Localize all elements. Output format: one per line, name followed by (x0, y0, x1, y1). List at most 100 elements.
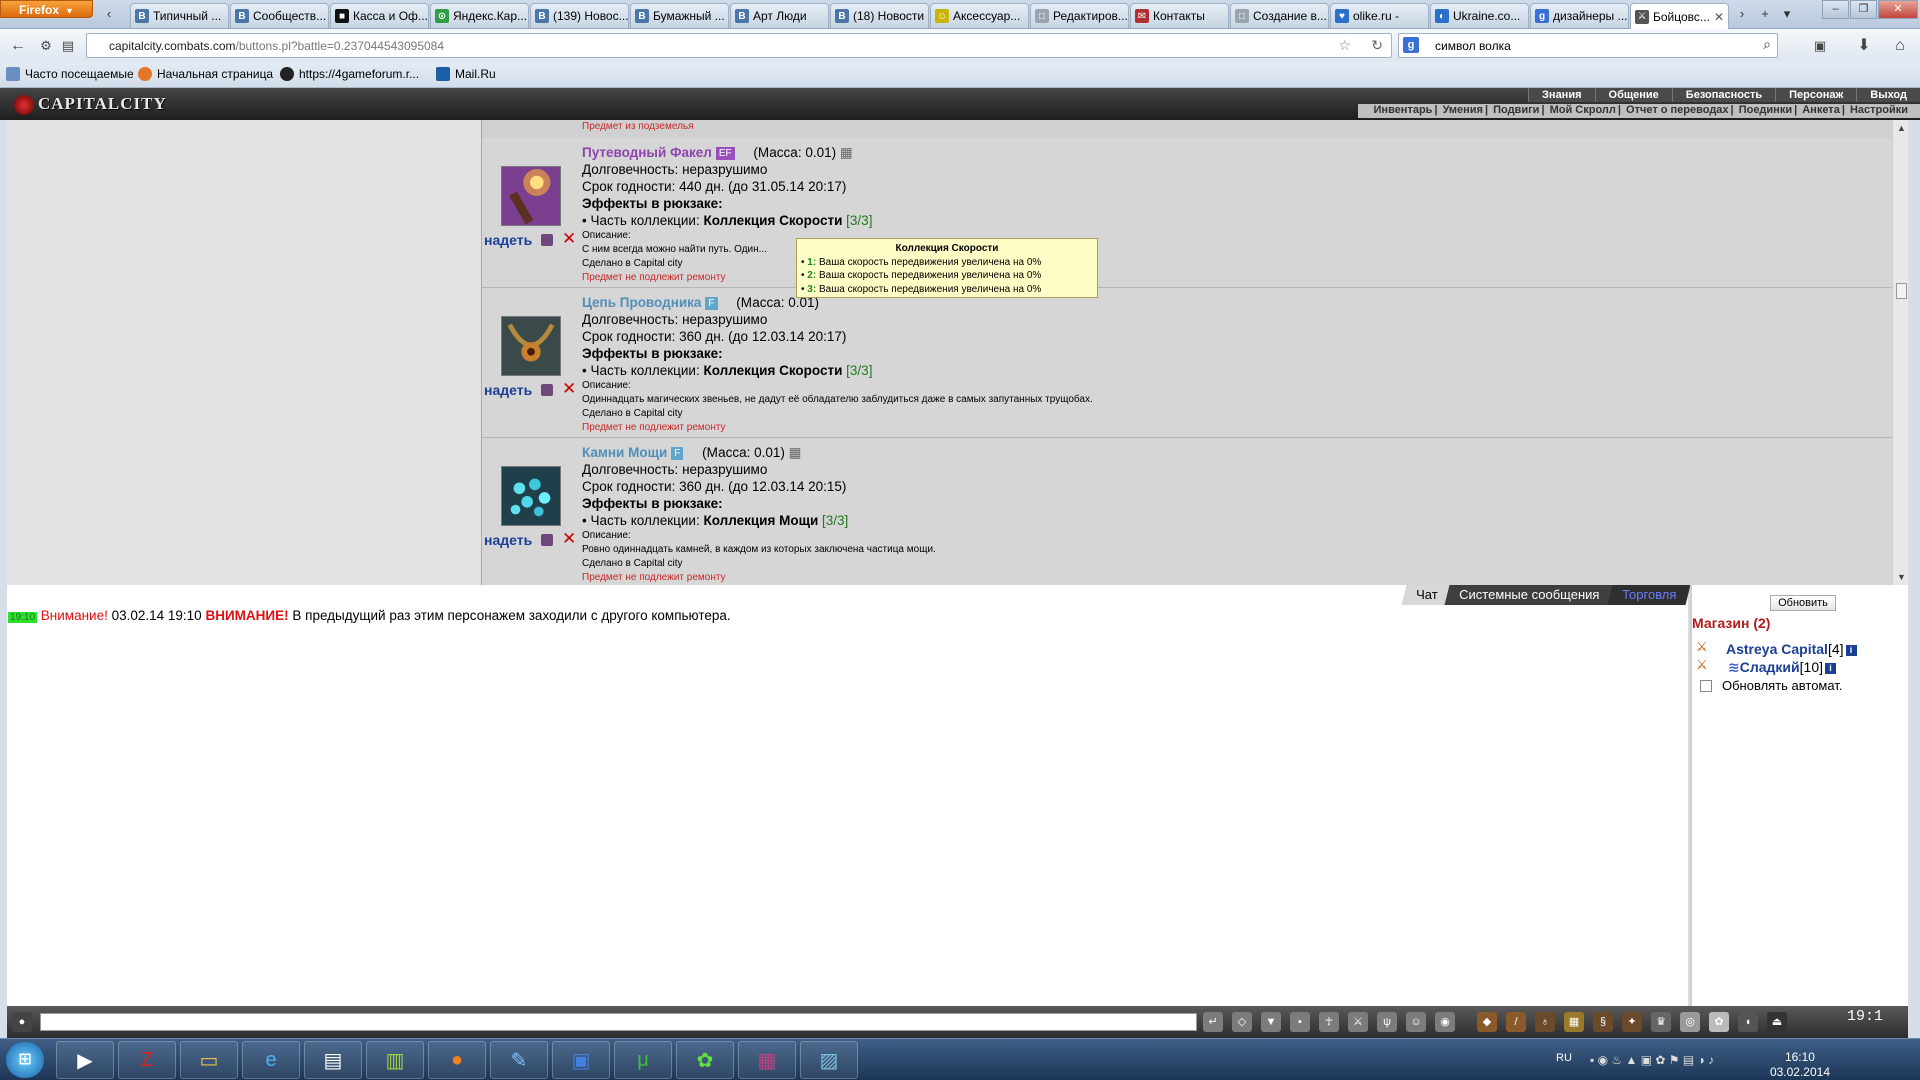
browser-tab[interactable]: ⊙ Яндекс.Кар... (430, 3, 529, 28)
delete-icon[interactable]: ✕ (562, 529, 576, 549)
inspect-icon[interactable] (541, 234, 553, 246)
info-icon[interactable]: i (1845, 645, 1857, 656)
minimize-icon[interactable]: – (1822, 0, 1849, 19)
filezilla-icon[interactable]: Z (118, 1041, 176, 1079)
chat-mode-icon[interactable]: ● (12, 1012, 32, 1032)
image-viewer-icon[interactable]: ▨ (800, 1041, 858, 1079)
inspect-icon[interactable] (541, 534, 553, 546)
url-bar[interactable]: capitalcity.combats.com/buttons.pl?battl… (86, 33, 1392, 58)
floppy-app-icon[interactable]: ▣ (552, 1041, 610, 1079)
browser-tab[interactable]: □ Редактиров... (1030, 3, 1129, 28)
bookmark-mailru[interactable]: Mail.Ru (436, 67, 496, 81)
search-bar[interactable]: g символ волка ⌕ (1398, 33, 1778, 58)
tools-icon[interactable]: ⚙ (34, 34, 58, 58)
browser-tab[interactable]: ♥ olike.ru - (1330, 3, 1429, 28)
refresh-button[interactable]: Обновить (1770, 595, 1836, 611)
scroll-down-icon[interactable]: ▼ (1897, 572, 1906, 582)
submenu-transfer-report[interactable]: Отчет о переводах (1626, 104, 1729, 116)
browser-tab[interactable]: ✉ Контакты (1130, 3, 1229, 28)
internet-explorer-icon[interactable]: e (242, 1041, 300, 1079)
item-name[interactable]: Камни Мощи (582, 445, 667, 460)
cat-icon[interactable]: ◎ (1680, 1012, 1700, 1032)
browser-tab[interactable]: □ Создание в... (1230, 3, 1329, 28)
filter-icon[interactable]: ▼ (1261, 1012, 1281, 1032)
browser-tab[interactable]: В Типичный ... (130, 3, 229, 28)
chest-icon[interactable]: ▦ (1564, 1012, 1584, 1032)
feather-app-icon[interactable]: ✎ (490, 1041, 548, 1079)
bookmark-home-page[interactable]: Начальная страница (138, 67, 273, 81)
close-tab-icon[interactable]: ✕ (1714, 10, 1724, 24)
browser-tab[interactable]: В (139) Новос... (530, 3, 629, 28)
explorer-icon[interactable]: ▭ (180, 1041, 238, 1079)
submenu-battles[interactable]: Поединки (1739, 104, 1792, 116)
delete-icon[interactable]: ✕ (562, 379, 576, 399)
scroll-up-icon[interactable]: ▲ (1897, 123, 1906, 133)
item-name[interactable]: Цепь Проводника (582, 295, 701, 310)
menu-exit[interactable]: Выход (1856, 88, 1920, 102)
combat-icon[interactable]: ⚔ (1348, 1012, 1368, 1032)
close-window-icon[interactable]: ✕ (1878, 0, 1918, 19)
menu-communication[interactable]: Общение (1594, 88, 1672, 102)
bag-icon[interactable]: ◆ (1477, 1012, 1497, 1032)
browser-tab[interactable]: ☺ Аксессуар... (930, 3, 1029, 28)
eraser-icon[interactable]: ◇ (1232, 1012, 1252, 1032)
shop-entry[interactable]: Astreya Capital[4] i (1726, 641, 1857, 657)
submenu-profile[interactable]: Анкета (1802, 104, 1840, 116)
bunny-icon[interactable]: ✿ (1709, 1012, 1729, 1032)
chart-app-icon[interactable]: ▥ (366, 1041, 424, 1079)
tab-system-messages[interactable]: Системные сообщения (1444, 585, 1615, 605)
new-tab-icon[interactable]: + (1756, 4, 1774, 24)
winrar-icon[interactable]: ▦ (738, 1041, 796, 1079)
browser-tab[interactable]: ■ Касса и Оф... (330, 3, 429, 28)
submenu-inventory[interactable]: Инвентарь (1374, 104, 1433, 116)
browser-tab[interactable]: ◐ Ukraine.co... (1430, 3, 1529, 28)
search-icon[interactable]: ⌕ (1763, 36, 1771, 53)
bookmark-most-visited[interactable]: Часто посещаемые (6, 67, 134, 81)
exit-icon[interactable]: ⏏ (1767, 1012, 1787, 1032)
media-player-icon[interactable]: ▶ (56, 1041, 114, 1079)
google-icon[interactable]: g (1403, 37, 1419, 53)
menu-knowledge[interactable]: Знания (1528, 88, 1594, 102)
wear-button[interactable]: надеть (484, 532, 532, 548)
wear-button[interactable]: надеть (484, 232, 532, 248)
bookmark-4gameforum[interactable]: https://4gameforum.r... (280, 67, 419, 81)
firefox-icon[interactable]: ● (428, 1041, 486, 1079)
collection-name[interactable]: Коллекция Мощи (703, 513, 818, 528)
camera-icon[interactable]: ◉ (1435, 1012, 1455, 1032)
menu-character[interactable]: Персонаж (1775, 88, 1856, 102)
submenu-skills[interactable]: Умения (1443, 104, 1483, 116)
collection-name[interactable]: Коллекция Скорости (703, 363, 842, 378)
shop-entry[interactable]: ≋Сладкий[10] i (1728, 659, 1836, 676)
wear-button[interactable]: надеть (484, 382, 532, 398)
home-icon[interactable]: ⌂ (1888, 34, 1912, 58)
search-input[interactable]: символ волка (1435, 39, 1511, 53)
browser-tab[interactable]: В Сообществ... (230, 3, 329, 28)
tab-list-icon[interactable]: ▾ (1778, 4, 1796, 24)
page-icon[interactable]: ▤ (56, 34, 80, 58)
collection-name[interactable]: Коллекция Скорости (703, 213, 842, 228)
submenu-settings[interactable]: Настройки (1850, 104, 1908, 116)
tabs-scroll-right-icon[interactable]: › (1733, 4, 1751, 24)
shop-name[interactable]: Сладкий (1740, 659, 1800, 675)
browser-tab[interactable]: В (18) Новости (830, 3, 929, 28)
smile-icon[interactable]: ☺ (1406, 1012, 1426, 1032)
walk-icon[interactable]: ☥ (1319, 1012, 1339, 1032)
submenu-feats[interactable]: Подвиги (1493, 104, 1539, 116)
tabs-scroll-left-icon[interactable]: ‹ (100, 4, 118, 24)
submenu-my-scroll[interactable]: Мой Скролл (1550, 104, 1616, 116)
browser-tab[interactable]: ⚔ Бойцовс... ✕ (1630, 3, 1729, 29)
delete-icon[interactable]: ✕ (562, 229, 576, 249)
chain-item-image[interactable] (501, 316, 561, 376)
tray-icons[interactable]: ▪ ◉ ♨ ▲ ▣ ✿ ⚑ ▤ ◑ ♪ (1590, 1053, 1714, 1067)
browser-tab[interactable]: g дизайнеры ... (1530, 3, 1629, 28)
torch-item-image[interactable] (501, 166, 561, 226)
auto-update-checkbox[interactable] (1700, 679, 1712, 692)
firefox-menu-button[interactable]: Firefox ▼ (0, 0, 93, 18)
inspect-icon[interactable] (541, 384, 553, 396)
browser-tab[interactable]: В Бумажный ... (630, 3, 729, 28)
potion-icon[interactable]: ♁ (1535, 1012, 1555, 1032)
save-icon[interactable]: ▪ (1290, 1012, 1310, 1032)
browser-tab[interactable]: В Арт Люди (730, 3, 829, 28)
magic-icon[interactable]: ψ (1377, 1012, 1397, 1032)
maximize-icon[interactable]: ❐ (1850, 0, 1877, 19)
